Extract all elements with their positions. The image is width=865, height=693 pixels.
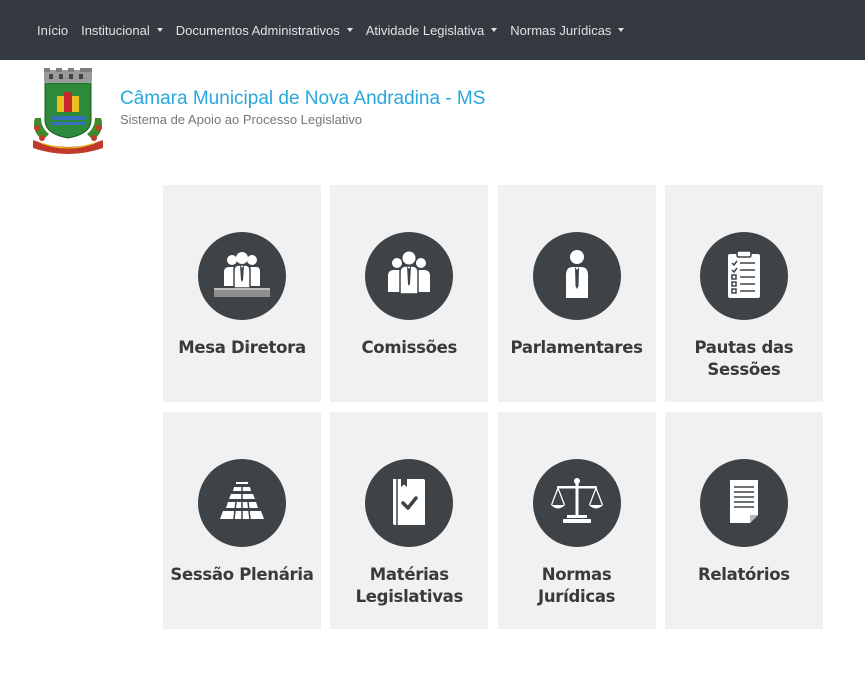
coat-of-arms-logo[interactable] — [29, 68, 107, 154]
materias-icon — [393, 479, 426, 525]
icon-circle — [198, 459, 286, 547]
tile-label: Parlamentares — [510, 338, 643, 357]
tile-comissoes[interactable]: Comissões — [330, 185, 489, 402]
tile-label: Relatórios — [697, 565, 790, 584]
tile-label: Matérias Legislativas — [355, 565, 464, 606]
caret-down-icon — [491, 28, 498, 32]
tile-label: Mesa Diretora — [178, 338, 306, 357]
sessao-plenaria-icon — [220, 482, 264, 520]
tile-materias-legislativas[interactable]: Matérias Legislativas — [330, 412, 489, 629]
caret-down-icon — [346, 28, 353, 32]
tile-label: Pautas das Sessões — [694, 338, 794, 379]
icon-circle — [532, 232, 621, 320]
site-subtitle: Sistema de Apoio ao Processo Legislativo — [120, 112, 363, 127]
parlamentares-icon — [565, 250, 588, 298]
nav-item-label: Normas Jurídicas — [510, 22, 612, 38]
tile-normas-juridicas[interactable]: Normas Jurídicas — [497, 412, 656, 629]
nav-item-label: Atividade Legislativa — [365, 22, 485, 38]
nav-item-atividade-legislativa[interactable]: Atividade Legislativa — [366, 23, 498, 38]
caret-down-icon — [618, 28, 625, 32]
tile-mesa-diretora[interactable]: Mesa Diretora — [163, 185, 321, 402]
tile-label: Normas Jurídicas — [538, 565, 616, 606]
tile-parlamentares[interactable]: Parlamentares — [497, 185, 656, 402]
tile-label: Sessão Plenária — [170, 565, 314, 584]
tile-label: Comissões — [361, 338, 458, 357]
icon-circle — [365, 459, 454, 547]
icon-circle — [699, 459, 788, 547]
icon-circle — [532, 459, 621, 547]
nav-item-label: Início — [37, 22, 69, 38]
tile-sessao-plenaria[interactable]: Sessão Plenária — [163, 412, 321, 629]
module-grid: Mesa Diretora Comissões Parlamentares Pa… — [163, 185, 823, 629]
icon-circle — [198, 232, 286, 320]
top-navbar: Início Institucional Documentos Administ… — [0, 0, 865, 60]
nav-item-documentos-administrativos[interactable]: Documentos Administrativos — [176, 23, 353, 38]
tile-relatorios[interactable]: Relatórios — [664, 412, 823, 629]
relatorios-icon — [729, 480, 758, 523]
nav-item-normas-juridicas[interactable]: Normas Jurídicas — [510, 22, 625, 38]
tile-pautas-das-sessoes[interactable]: Pautas das Sessões — [664, 185, 823, 402]
mesa-diretora-icon — [214, 252, 270, 297]
nav-item-inicio[interactable]: Início — [37, 23, 68, 38]
normas-icon — [550, 478, 603, 523]
site-title[interactable]: Câmara Municipal de Nova Andradina - MS — [120, 88, 485, 110]
icon-circle — [699, 232, 788, 320]
caret-down-icon — [156, 28, 163, 32]
comissoes-icon — [388, 251, 431, 295]
icon-circle — [365, 232, 454, 320]
nav-item-institucional[interactable]: Institucional — [81, 23, 163, 38]
nav-item-label: Documentos Administrativos — [175, 22, 340, 38]
nav-item-label: Institucional — [81, 22, 150, 38]
site-header: Câmara Municipal de Nova Andradina - MS … — [0, 60, 865, 160]
pautas-icon — [727, 250, 760, 298]
